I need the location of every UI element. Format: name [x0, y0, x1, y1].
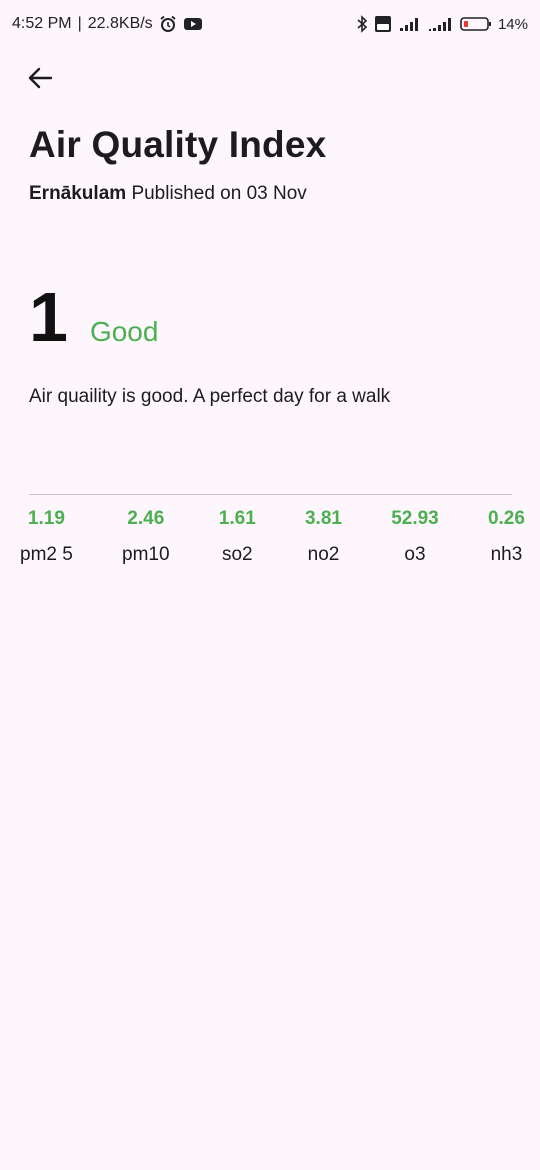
pollutant-item: 1.61 so2: [219, 508, 256, 566]
location-name: Ernākulam: [29, 183, 127, 204]
signal-icon: [428, 16, 454, 32]
aqi-value: 1: [29, 278, 68, 356]
pollutant-item: 3.81 no2: [305, 508, 342, 566]
pollutant-name: no2: [307, 544, 340, 565]
pollutant-list: 1.19 pm2 5 2.46 pm10 1.61 so2 3.81 no2 5…: [20, 508, 525, 566]
status-bar-right: 14%: [356, 15, 528, 33]
aqi-description: Air quaility is good. A perfect day for …: [29, 386, 391, 407]
signal-icon: [398, 16, 422, 32]
pollutant-item: 0.26 nh3: [488, 508, 525, 566]
bluetooth-icon: [356, 15, 368, 33]
battery-percent: 14%: [497, 15, 528, 33]
pollutant-name: o3: [404, 544, 426, 565]
pollutant-item: 52.93 o3: [391, 508, 439, 566]
status-net-speed: 22.8KB/s: [87, 15, 153, 32]
pollutant-name: nh3: [490, 544, 523, 565]
pollutant-value: 2.46: [127, 508, 165, 529]
pollutant-name: so2: [221, 544, 253, 565]
battery-icon: [460, 16, 492, 32]
volte-icon: [374, 15, 392, 33]
pollutant-name: pm10: [122, 544, 170, 565]
aqi-summary: 1 Good: [29, 282, 158, 352]
page-title: Air Quality Index: [29, 124, 327, 165]
published-date: Published on 03 Nov: [131, 183, 307, 204]
pollutant-value: 3.81: [304, 508, 342, 529]
back-button[interactable]: [22, 62, 58, 98]
subtitle: Ernākulam Published on 03 Nov: [29, 183, 307, 205]
pollutant-value: 1.19: [27, 508, 65, 529]
pollutant-value: 52.93: [391, 508, 439, 529]
status-separator: |: [77, 15, 82, 32]
aqi-level: Good: [89, 316, 159, 347]
alarm-icon: [159, 15, 177, 33]
pollutant-name: pm2 5: [20, 544, 73, 565]
status-time: 4:52 PM: [12, 15, 72, 32]
status-bar: 4:52 PM | 22.8KB/s 14%: [0, 0, 540, 48]
pollutant-item: 1.19 pm2 5: [20, 508, 73, 566]
arrow-left-icon: [27, 67, 53, 94]
status-bar-left: 4:52 PM | 22.8KB/s: [12, 15, 203, 33]
pollutant-value: 1.61: [218, 508, 256, 529]
divider: [29, 494, 512, 495]
pollutant-item: 2.46 pm10: [122, 508, 170, 566]
youtube-icon: [183, 16, 203, 32]
pollutant-value: 0.26: [487, 508, 525, 529]
